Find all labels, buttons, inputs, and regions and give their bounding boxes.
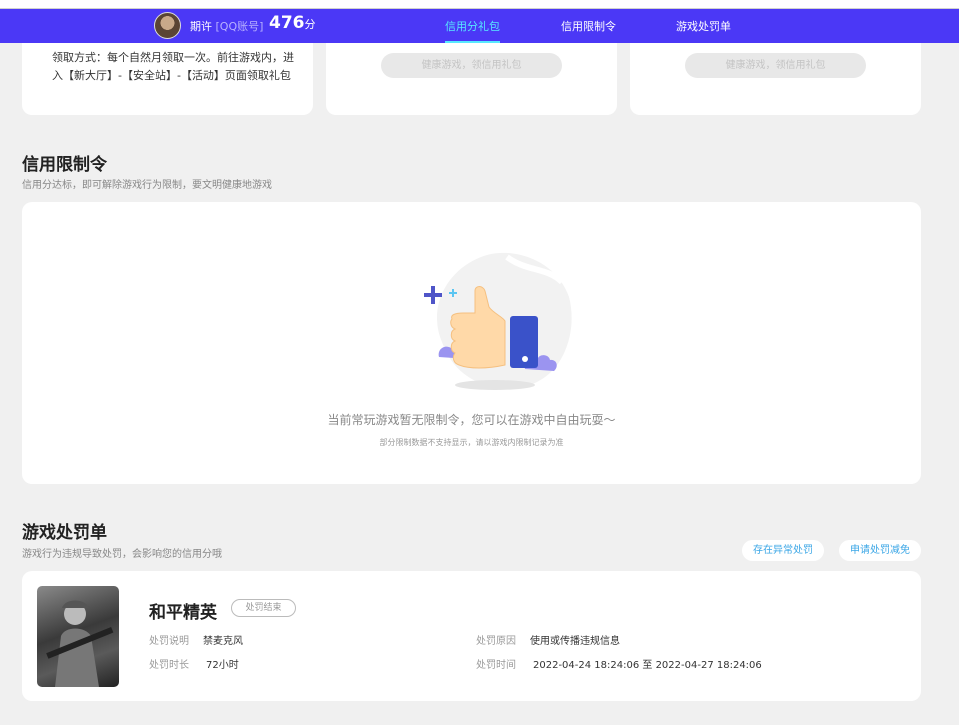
penalty-desc-value: 禁麦克风 [203,636,243,647]
penalty-record-card: 和平精英 处罚结束 处罚说明 禁麦克风 处罚原因 使用或传播违规信息 处罚时长 … [22,571,921,701]
empty-state-note: 部分限制数据不支持显示，请以游戏内限制记录为准 [379,438,564,447]
avatar[interactable] [154,12,181,39]
restriction-card: 当前常玩游戏暂无限制令，您可以在游戏中自由玩耍～ 部分限制数据不支持显示，请以游… [22,202,921,484]
claim-gift-button[interactable]: 健康游戏，领信用礼包 [381,53,562,78]
abnormal-penalty-button[interactable]: 存在异常处罚 [742,540,824,561]
penalty-title: 游戏处罚单 [22,523,107,543]
penalty-reason-label: 处罚原因 [476,636,516,647]
penalty-time-value: 2022-04-24 18:24:06 至 2022-04-27 18:24:0… [533,660,762,671]
score-value: 476 [269,13,305,33]
score-unit: 分 [304,18,316,31]
restriction-subtitle: 信用分达标，即可解除游戏行为限制，要文明健康地游戏 [22,180,272,191]
penalty-duration-label: 处罚时长 [149,660,189,671]
top-strip [0,0,959,9]
game-cover-image [37,586,119,687]
penalty-subtitle: 游戏行为违规导致处罚，会影响您的信用分哦 [22,549,222,560]
user-info: 期许 [QQ账号] [190,18,263,34]
penalty-duration-value: 72小时 [206,660,239,671]
account-type: [QQ账号] [215,20,264,33]
user-name: 期许 [190,20,212,33]
gift-claim-description: 领取方式：每个自然月领取一次。前往游戏内，进入【新大厅】-【安全站】-【活动】页… [52,51,294,82]
thumbs-up-illustration [424,252,572,390]
tab-credit-restriction[interactable]: 信用限制令 [561,18,616,34]
credit-score: 476分 [269,13,316,33]
tab-credit-gift[interactable]: 信用分礼包 [445,18,500,43]
penalty-desc-label: 处罚说明 [149,636,189,647]
tab-penalty[interactable]: 游戏处罚单 [676,18,731,34]
game-name: 和平精英 [149,603,217,623]
restriction-title: 信用限制令 [22,155,107,175]
empty-state-message: 当前常玩游戏暂无限制令，您可以在游戏中自由玩耍～ [327,413,616,427]
penalty-time-label: 处罚时间 [476,660,516,671]
top-nav: 期许 [QQ账号] 476分 信用分礼包 信用限制令 游戏处罚单 [0,9,959,43]
penalty-reason-value: 使用或传播违规信息 [530,636,620,647]
status-badge: 处罚结束 [231,599,296,617]
appeal-penalty-button[interactable]: 申请处罚减免 [839,540,921,561]
claim-gift-button[interactable]: 健康游戏，领信用礼包 [685,53,866,78]
